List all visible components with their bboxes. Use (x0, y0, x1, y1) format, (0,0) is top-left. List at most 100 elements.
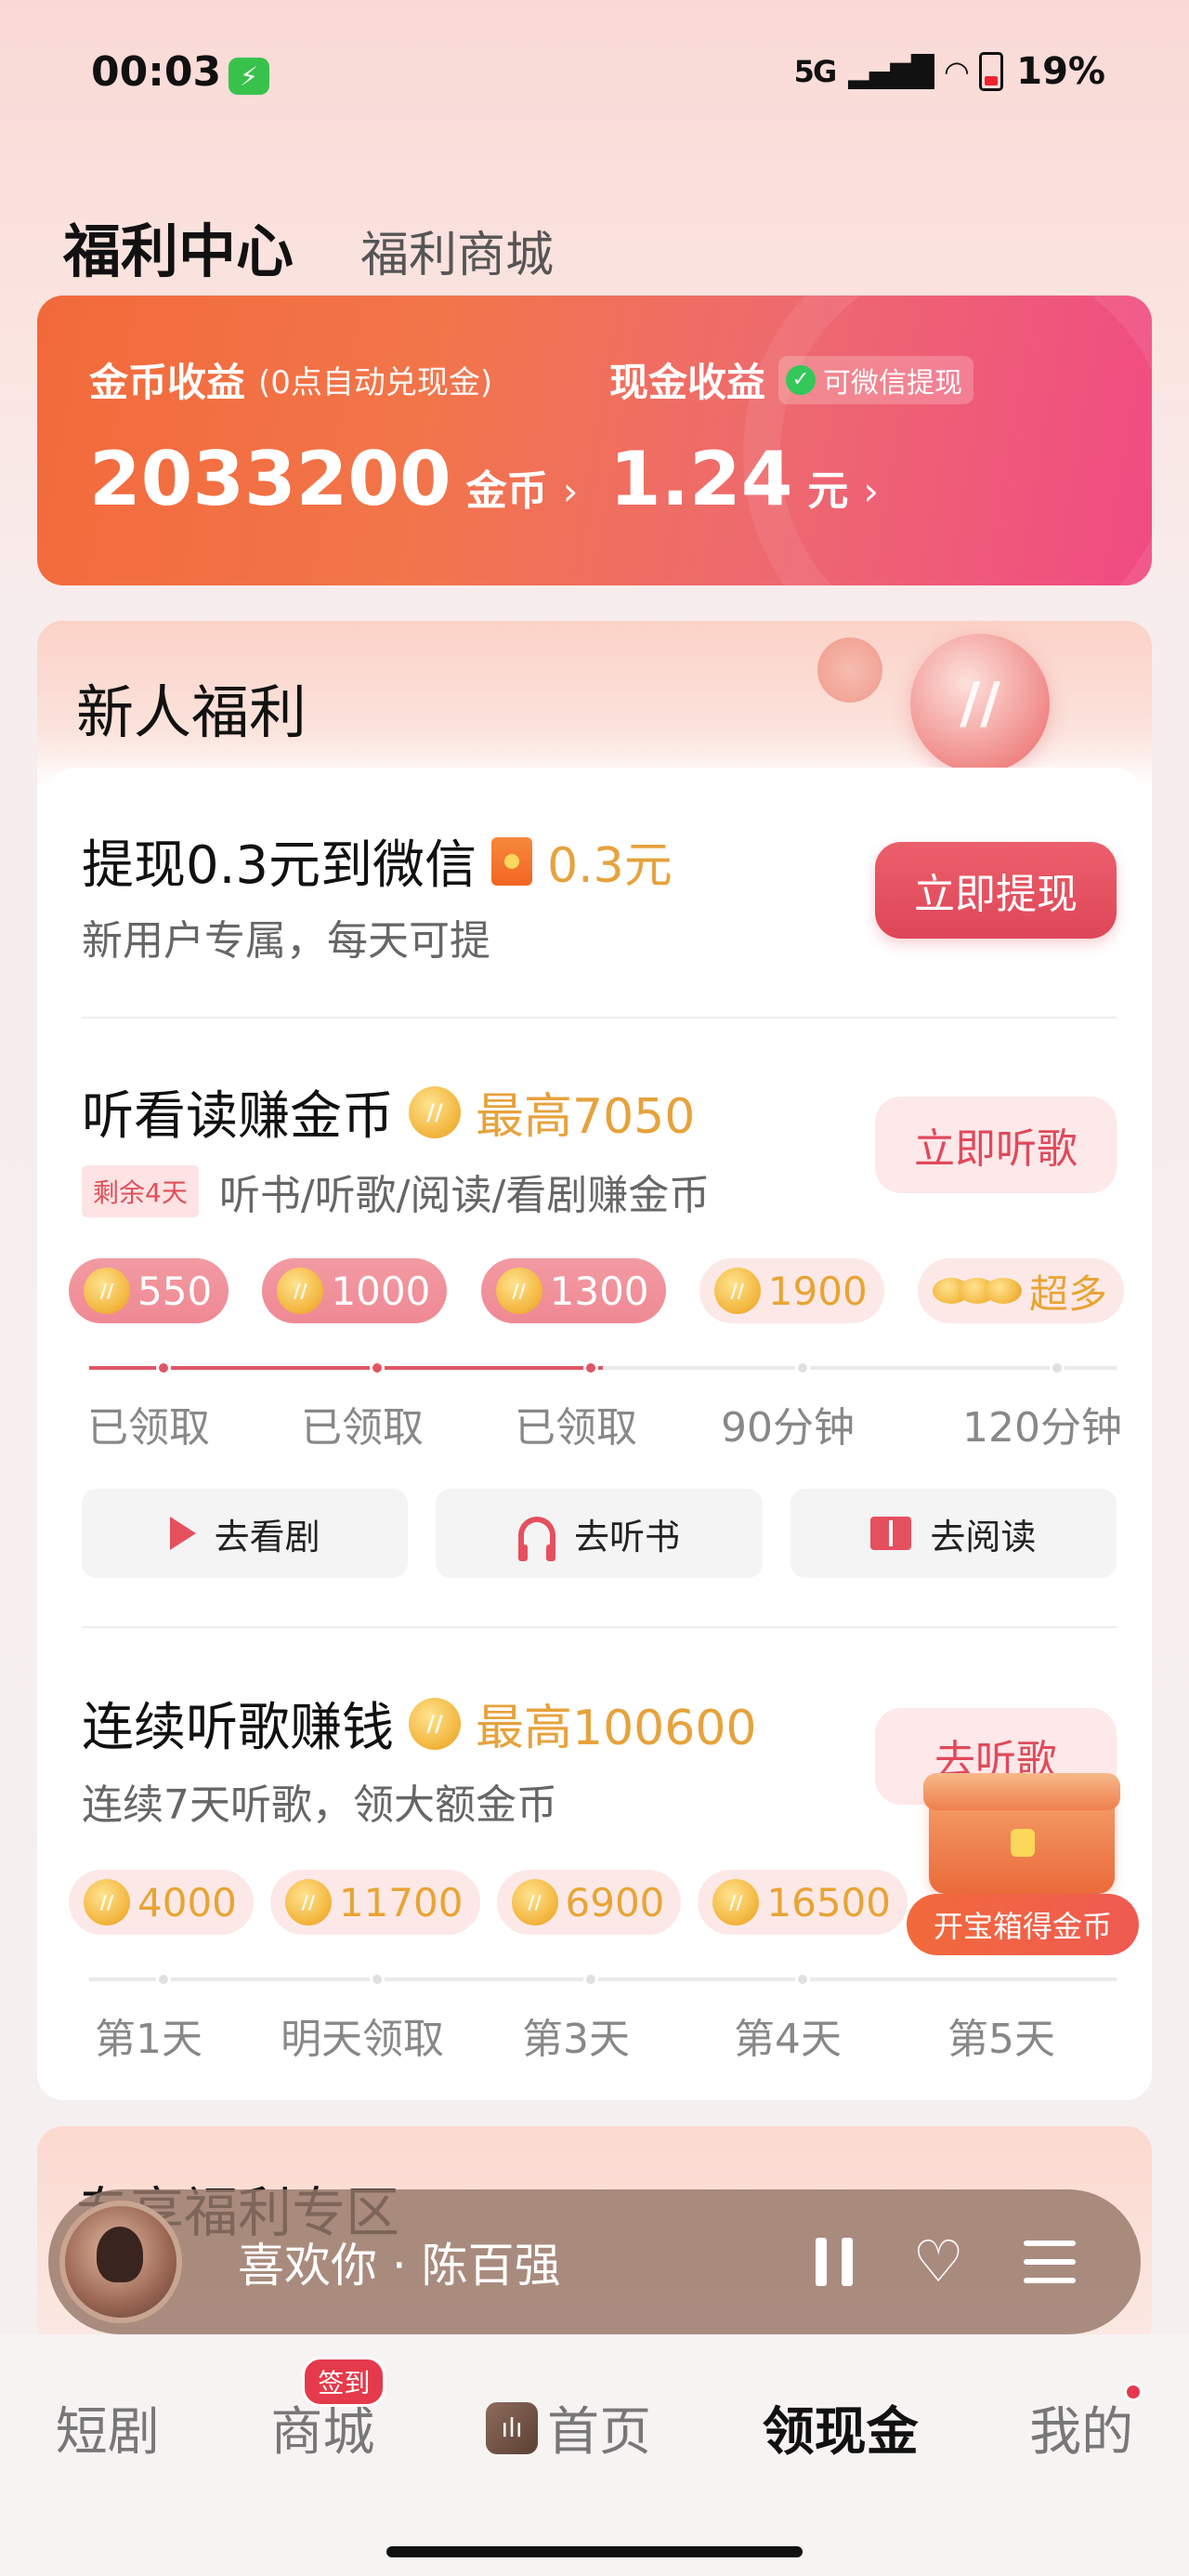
network-label: 5G (793, 54, 838, 89)
decor-coin-icon: // (910, 634, 1050, 773)
listen-now-button[interactable]: 立即听歌 (875, 1097, 1117, 1193)
headphones-icon (517, 1517, 555, 1561)
gold-coin-icon: // (713, 1268, 761, 1314)
battery-icon (979, 52, 1004, 91)
gold-coin-icon: // (277, 1268, 324, 1314)
charging-bolt-icon: ⚡ (229, 58, 269, 95)
reward-pill[interactable]: //550 (69, 1258, 229, 1323)
reward-pill[interactable]: //1300 (480, 1258, 666, 1323)
gold-coin-icon: // (495, 1268, 542, 1314)
streak-reward-pill[interactable]: //6900 (496, 1870, 682, 1935)
cash-earnings-label: 现金收益 (609, 360, 766, 405)
coin-unit: 金币 (465, 467, 548, 515)
home-indicator[interactable] (386, 2546, 803, 2557)
nav-home[interactable]: ılı 首页 (485, 2390, 651, 2465)
withdraw-row-title: 提现0.3元到微信 0.3元 (82, 823, 673, 899)
divider (82, 1017, 1117, 1019)
cash-earnings[interactable]: 现金收益 ✓ 可微信提现 1.24 元 › (609, 351, 974, 522)
progress-dot (583, 1360, 598, 1375)
listen-earn-max: 最高7050 (476, 1089, 696, 1145)
listen-reward-pills: //550 //1000 //1300 //1900 超多 (69, 1258, 1124, 1323)
book-icon (870, 1517, 912, 1550)
chevron-right-icon: › (562, 468, 579, 514)
wifi-icon: ◠ (945, 54, 969, 89)
newbie-welfare-section: 新人福利 // 提现0.3元到微信 0.3元 新用户专属，每天可提 立即提现 听… (37, 621, 1152, 2100)
listen-book-button[interactable]: 去听书 (436, 1489, 763, 1578)
streak-reward-pills: //4000 //11700 //6900 //16500 (69, 1870, 908, 1935)
listen-earn-title: 听看读赚金币 // 最高7050 (82, 1074, 695, 1150)
pause-icon[interactable] (816, 2238, 854, 2286)
progress-dot (795, 1972, 810, 1987)
day-label: 明天领取 (281, 2016, 444, 2063)
notification-dot (1124, 2383, 1143, 2401)
song-title: 喜欢你 · 陈百强 (238, 2239, 561, 2293)
playlist-icon[interactable] (1024, 2241, 1076, 2283)
read-button[interactable]: 去阅读 (790, 1489, 1117, 1578)
gold-coin-icon: // (409, 1085, 461, 1138)
progress-dot (583, 1972, 598, 1987)
gold-coin-icon: // (284, 1879, 332, 1925)
streak-reward-pill[interactable]: //4000 (69, 1870, 254, 1935)
day-label: 第4天 (734, 2016, 842, 2063)
bottom-nav: 短剧 商城 签到 ılı 首页 领现金 我的 (0, 2334, 1189, 2576)
wechat-withdraw-badge: ✓ 可微信提现 (778, 355, 974, 404)
coin-pile-icon (932, 1278, 1022, 1304)
treasure-chest[interactable]: 开宝箱得金币 (907, 1773, 1139, 1959)
listen-earn-subtitle: 剩余4天 听书/听歌/阅读/看剧赚金币 (82, 1162, 710, 1221)
red-packet-icon (491, 836, 533, 886)
progress-dot (370, 1972, 385, 1987)
progress-dot (370, 1360, 385, 1375)
listen-progress-track (89, 1360, 1117, 1375)
gold-coin-icon: // (511, 1879, 558, 1925)
streak-subtitle: 连续7天听歌，领大额金币 (82, 1781, 557, 1829)
status-time: 00:03 (91, 48, 222, 96)
signal-icon: ▂▄▆█ (848, 54, 934, 89)
coin-earnings-value: 2033200 (89, 436, 451, 522)
nav-mine[interactable]: 我的 (1029, 2383, 1143, 2465)
divider (82, 1626, 1117, 1628)
coin-earnings[interactable]: 金币收益 (0点自动兑现金) 2033200 金币 › (89, 351, 578, 522)
tab-welfare-center[interactable]: 福利中心 (63, 204, 294, 288)
heart-icon[interactable]: ♡ (912, 2233, 964, 2291)
day-label: 第3天 (522, 2016, 630, 2063)
gold-coin-icon: // (84, 1268, 130, 1314)
music-app-icon: ılı (485, 2401, 538, 2454)
gold-coin-icon: // (712, 1879, 760, 1925)
progress-dot (156, 1360, 171, 1375)
reward-pill[interactable]: //1000 (262, 1258, 448, 1323)
streak-reward-pill[interactable]: //16500 (698, 1870, 908, 1935)
progress-label: 90分钟 (721, 1404, 855, 1452)
album-cover[interactable] (59, 2201, 182, 2323)
streak-max: 最高100600 (476, 1701, 757, 1756)
streak-reward-pill[interactable]: //11700 (269, 1870, 480, 1935)
withdraw-row-subtitle: 新用户专属，每天可提 (82, 917, 490, 965)
nav-short-drama[interactable]: 短剧 (56, 2390, 160, 2465)
mini-player[interactable]: 喜欢你 · 陈百强 ♡ (48, 2189, 1141, 2334)
streak-title: 连续听歌赚钱 // 最高100600 (82, 1686, 757, 1761)
status-bar: 00:03 ⚡ 5G ▂▄▆█ ◠ 19% (0, 0, 1189, 149)
reward-pill[interactable]: //1900 (699, 1258, 884, 1323)
cash-earnings-value: 1.24 (609, 436, 793, 522)
decor-coin-icon (817, 637, 882, 703)
watch-drama-button[interactable]: 去看剧 (82, 1489, 409, 1578)
nav-get-cash[interactable]: 领现金 (763, 2390, 919, 2465)
cash-unit: 元 (807, 467, 849, 515)
streak-progress-track (89, 1972, 1117, 1987)
treasure-chest-icon (923, 1773, 1120, 1894)
withdraw-now-button[interactable]: 立即提现 (875, 842, 1117, 939)
day-label: 第5天 (947, 2016, 1055, 2063)
coin-earnings-note: (0点自动兑现金) (258, 364, 493, 401)
nav-mall[interactable]: 商城 签到 (270, 2357, 386, 2465)
section-title: 新人福利 (76, 678, 307, 746)
remaining-days-tag: 剩余4天 (82, 1165, 199, 1217)
battery-percent: 19% (1016, 50, 1105, 93)
reward-pill[interactable]: 超多 (917, 1258, 1124, 1323)
progress-label: 已领取 (87, 1404, 210, 1452)
progress-label: 已领取 (515, 1404, 637, 1452)
status-right: 5G ▂▄▆█ ◠ 19% (794, 50, 1105, 93)
gold-coin-icon: // (84, 1879, 130, 1925)
chest-label: 开宝箱得金币 (907, 1894, 1139, 1955)
tab-welfare-mall[interactable]: 福利商城 (360, 216, 554, 285)
progress-dot (795, 1360, 810, 1375)
listen-actions: 去看剧 去听书 去阅读 (82, 1489, 1117, 1578)
